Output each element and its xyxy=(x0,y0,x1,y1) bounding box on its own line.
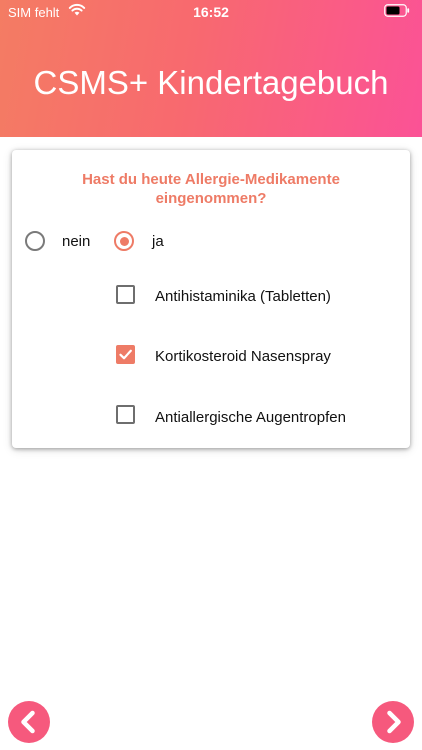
back-button[interactable] xyxy=(8,701,50,743)
question-card: Hast du heute Allergie-Medikamente einge… xyxy=(12,150,410,448)
radio-ja-label[interactable]: ja xyxy=(152,233,164,250)
chevron-right-icon xyxy=(387,710,401,734)
app-header: SIM fehlt 16:52 CSMS+ Kindertagebuch xyxy=(0,0,422,137)
question-text: Hast du heute Allergie-Medikamente einge… xyxy=(82,171,340,207)
checkbox-kortikosteroid-label[interactable]: Kortikosteroid Nasenspray xyxy=(155,348,331,365)
radio-ja[interactable] xyxy=(114,231,134,251)
radio-nein-label[interactable]: nein xyxy=(62,233,90,250)
checkbox-antihistaminika[interactable] xyxy=(116,285,135,304)
next-button[interactable] xyxy=(372,701,414,743)
radio-selected-dot xyxy=(119,236,129,246)
status-bar: SIM fehlt 16:52 xyxy=(0,0,422,24)
radio-nein[interactable] xyxy=(25,231,45,251)
battery-icon xyxy=(384,4,410,20)
checkbox-kortikosteroid[interactable] xyxy=(116,345,135,364)
page-title: CSMS+ Kindertagebuch xyxy=(33,64,389,101)
checkbox-antihistaminika-label[interactable]: Antihistaminika (Tabletten) xyxy=(155,288,331,305)
chevron-left-icon xyxy=(21,710,35,734)
checkbox-augentropfen[interactable] xyxy=(116,405,135,424)
checkmark-icon xyxy=(119,349,132,360)
clock: 16:52 xyxy=(193,4,229,20)
checkbox-augentropfen-label[interactable]: Antiallergische Augentropfen xyxy=(155,409,346,426)
